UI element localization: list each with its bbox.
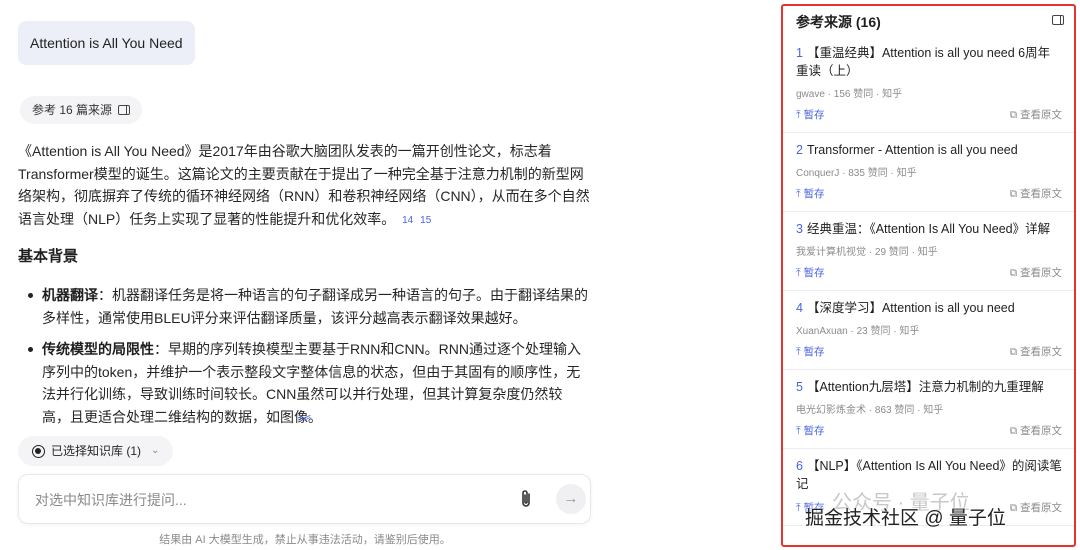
knowledge-base-selector[interactable]: 已选择知识库 (1) ⌄ <box>18 436 174 466</box>
sources-title: 参考来源 (16) <box>796 14 881 30</box>
question-input[interactable] <box>35 489 505 511</box>
source-number: 2 <box>796 143 803 157</box>
save-button[interactable]: ⤒ 暂存 <box>796 344 825 359</box>
source-title-text: 【深度学习】Attention is all you need <box>806 301 1015 315</box>
references-chip-label: 参考 16 篇来源 <box>32 103 113 117</box>
list-item[interactable]: 4 【深度学习】Attention is all you need XuanAxu… <box>783 291 1074 370</box>
view-original-label: 查看原文 <box>1020 502 1062 514</box>
save-button[interactable]: ⤒ 暂存 <box>796 186 825 201</box>
references-chip[interactable]: 参考 16 篇来源 <box>20 96 143 124</box>
source-meta: 我爱计算机视觉 · 29 赞同 · 知乎 <box>796 247 938 258</box>
source-number: 5 <box>796 380 803 394</box>
source-title-text: Transformer - Attention is all you need <box>806 143 1018 157</box>
source-title[interactable]: 4 【深度学习】Attention is all you need <box>796 299 1062 317</box>
save-button[interactable]: ⤒ 暂存 <box>796 107 825 122</box>
source-title-text: 【重温经典】Attention is all you need 6周年重读（上） <box>796 46 1051 78</box>
radio-selected-icon <box>32 444 45 458</box>
view-original-button[interactable]: ⧉ 查看原文 <box>1010 186 1062 201</box>
citation-link[interactable]: 14 <box>402 215 413 226</box>
save-label: 暂存 <box>803 425 825 437</box>
chevron-down-icon: ⌄ <box>151 445 160 456</box>
view-original-button[interactable]: ⧉ 查看原文 <box>1010 107 1062 122</box>
source-number: 3 <box>796 222 803 236</box>
scroll-down-icon[interactable]: ︾ <box>298 411 311 430</box>
answer-paragraph: 《Attention is All You Need》是2017年由谷歌大脑团队… <box>18 140 590 232</box>
source-actions: ⤒ 暂存 ⧉ 查看原文 <box>796 344 1062 359</box>
view-original-label: 查看原文 <box>1020 109 1062 121</box>
view-original-label: 查看原文 <box>1020 188 1062 200</box>
app-page: Attention is All You Need 参考 16 篇来源 《Att… <box>0 0 1080 550</box>
source-meta: gwave · 156 赞同 · 知乎 <box>796 89 903 100</box>
save-label: 暂存 <box>803 267 825 279</box>
answer-text: 《Attention is All You Need》是2017年由谷歌大脑团队… <box>18 143 590 227</box>
source-number: 6 <box>796 459 803 473</box>
send-button[interactable]: → <box>556 484 586 514</box>
user-message: Attention is All You Need <box>18 21 195 65</box>
watermark-juejin: 掘金技术社区 @ 量子位 <box>805 508 1006 529</box>
source-title-text: 经典重温：《Attention Is All You Need》详解 <box>806 222 1051 236</box>
question-input-box: → <box>18 474 591 524</box>
source-title[interactable]: 2 Transformer - Attention is all you need <box>796 141 1062 159</box>
arrow-right-icon: → <box>563 490 579 507</box>
list-item[interactable]: 5 【Attention九层塔】注意力机制的九重理解 电光幻影炼金术 · 863 … <box>783 370 1074 449</box>
knowledge-base-label: 已选择知识库 (1) <box>51 444 142 458</box>
bullet-text: ：机器翻译任务是将一种语言的句子翻译成另一种语言的句子。由于翻译结果的多样性，通… <box>42 287 588 326</box>
save-label: 暂存 <box>803 109 825 121</box>
source-number: 1 <box>796 46 803 60</box>
view-original-button[interactable]: ⧉ 查看原文 <box>1010 344 1062 359</box>
paperclip-icon[interactable] <box>519 489 533 514</box>
source-actions: ⤒ 暂存 ⧉ 查看原文 <box>796 107 1062 122</box>
source-meta: XuanAxuan · 23 赞同 · 知乎 <box>796 326 920 337</box>
save-button[interactable]: ⤒ 暂存 <box>796 423 825 438</box>
view-original-button[interactable]: ⧉ 查看原文 <box>1010 265 1062 280</box>
sources-panel: 参考来源 (16) 1 【重温经典】Attention is all you ne… <box>781 4 1076 547</box>
chat-panel: Attention is All You Need 参考 16 篇来源 《Att… <box>0 0 610 550</box>
list-item: 机器翻译：机器翻译任务是将一种语言的句子翻译成另一种语言的句子。由于翻译结果的多… <box>28 284 590 329</box>
view-original-label: 查看原文 <box>1020 267 1062 279</box>
bullet-term: 传统模型的局限性 <box>42 341 154 357</box>
source-actions: ⤒ 暂存 ⧉ 查看原文 <box>796 265 1062 280</box>
section-heading: 基本背景 <box>18 248 79 265</box>
source-actions: ⤒ 暂存 ⧉ 查看原文 <box>796 186 1062 201</box>
view-original-label: 查看原文 <box>1020 425 1062 437</box>
source-actions: ⤒ 暂存 ⧉ 查看原文 <box>796 423 1062 438</box>
source-number: 4 <box>796 301 803 315</box>
collapse-panel-icon[interactable] <box>1052 15 1064 25</box>
ai-disclaimer: 结果由 AI 大模型生成，禁止从事违法活动，请鉴别后使用。 <box>159 534 451 546</box>
list-item[interactable]: 1 【重温经典】Attention is all you need 6周年重读（上… <box>783 36 1074 133</box>
source-title[interactable]: 1 【重温经典】Attention is all you need 6周年重读（上… <box>796 44 1062 80</box>
citation-link[interactable]: 15 <box>420 215 431 226</box>
source-title[interactable]: 3 经典重温：《Attention Is All You Need》详解 <box>796 220 1062 238</box>
list-item[interactable]: 2 Transformer - Attention is all you need… <box>783 133 1074 212</box>
list-item[interactable]: 3 经典重温：《Attention Is All You Need》详解 我爱计算… <box>783 212 1074 291</box>
view-original-label: 查看原文 <box>1020 346 1062 358</box>
view-original-button[interactable]: ⧉ 查看原文 <box>1010 423 1062 438</box>
save-label: 暂存 <box>803 346 825 358</box>
save-button[interactable]: ⤒ 暂存 <box>796 265 825 280</box>
source-title[interactable]: 5 【Attention九层塔】注意力机制的九重理解 <box>796 378 1062 396</box>
view-original-button[interactable]: ⧉ 查看原文 <box>1010 500 1062 515</box>
source-meta: ConquerJ · 835 赞同 · 知乎 <box>796 168 917 179</box>
save-label: 暂存 <box>803 188 825 200</box>
bullet-term: 机器翻译 <box>42 287 98 303</box>
side-panel-icon <box>118 105 131 115</box>
source-list: 1 【重温经典】Attention is all you need 6周年重读（上… <box>783 36 1074 526</box>
source-meta: 电光幻影炼金术 · 863 赞同 · 知乎 <box>796 405 944 416</box>
source-title-text: 【Attention九层塔】注意力机制的九重理解 <box>806 380 1044 394</box>
